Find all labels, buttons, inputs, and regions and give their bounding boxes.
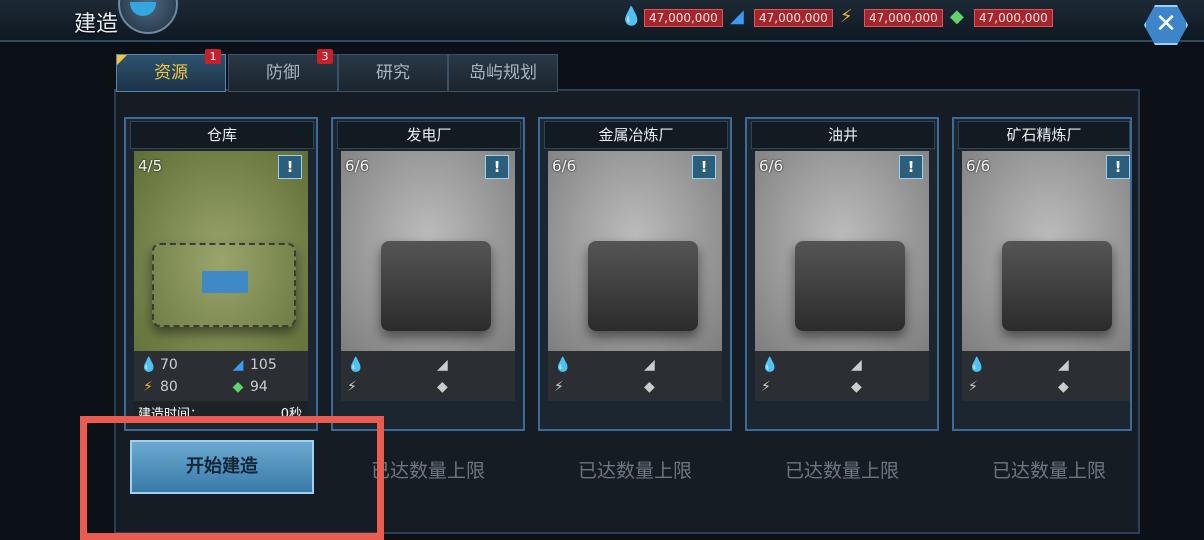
metal-plate-icon: ◢ [1058, 357, 1069, 373]
emblem-icon [118, 0, 178, 34]
ore-crystal-icon: ◆ [644, 379, 655, 395]
building-image [755, 151, 929, 351]
oil-well-illustration [795, 241, 905, 331]
energy-bolt-icon: ⚡ [554, 379, 564, 395]
card-count: 6/6 [759, 157, 784, 175]
ore-crystal-icon: ◆ [1058, 379, 1069, 395]
tab-resources[interactable]: 资源 1 [116, 49, 226, 92]
start-build-button[interactable]: 开始建造 [130, 440, 314, 494]
gear-icon [130, 2, 156, 16]
cost-panel: 💧 ◢ ⚡ ◆ [341, 351, 515, 401]
building-card-ore-refinery[interactable]: 矿石精炼厂 6/6 ! 💧 ◢ ⚡ ◆ [952, 117, 1132, 431]
card-title: 金属冶炼厂 [544, 121, 728, 149]
resource-metal-value: 47,000,000 [754, 9, 833, 27]
building-image [341, 151, 515, 351]
tab-label: 研究 [376, 63, 410, 83]
cost-energy: ⚡ 80 [140, 377, 178, 397]
build-time-row: 建造时间： 0秒 [134, 401, 308, 422]
resource-energy-value: 47,000,000 [864, 9, 943, 27]
metal-plate-icon: ◢ [437, 357, 448, 373]
card-title: 矿石精炼厂 [958, 121, 1130, 149]
energy-bolt-icon: ⚡ [968, 379, 978, 395]
tab-active-corner [117, 55, 127, 65]
tab-badge: 3 [317, 49, 333, 64]
metal-plate-icon: ◢ [644, 357, 655, 373]
refinery-illustration [1002, 241, 1112, 331]
limit-reached-label: 已达数量上限 [370, 460, 485, 482]
ore-crystal-icon: ◆ [950, 6, 964, 27]
warehouse-illustration [152, 243, 296, 327]
building-card-warehouse[interactable]: 仓库 4/5 ! 💧 70 ◢ 105 ⚡ 80 ◆ 94 建造时间： 0秒 [124, 117, 318, 431]
cost-panel: 💧 ◢ ⚡ ◆ [962, 351, 1130, 401]
power-plant-illustration [381, 241, 491, 331]
info-button[interactable]: ! [692, 155, 716, 179]
oil-drop-icon: 💧 [554, 357, 572, 373]
build-time-value: 0秒 [280, 407, 302, 422]
resource-ore-value: 47,000,000 [974, 9, 1053, 27]
card-count: 6/6 [966, 157, 991, 175]
metal-plate-icon: ◢ [232, 357, 244, 373]
cost-panel: 💧 ◢ ⚡ ◆ [548, 351, 722, 401]
building-card-metal-smelter[interactable]: 金属冶炼厂 6/6 ! 💧 ◢ ⚡ ◆ [538, 117, 732, 431]
top-bar: 建造 💧 47,000,000 ◢ 47,000,000 ⚡ 47,000,00… [0, 0, 1204, 45]
info-button[interactable]: ! [899, 155, 923, 179]
cost-ore: ◆ 94 [230, 377, 268, 397]
cost-metal: ◢ 105 [230, 355, 277, 375]
energy-bolt-icon: ⚡ [840, 6, 853, 27]
tab-label: 防御 [266, 63, 300, 83]
ore-crystal-icon: ◆ [232, 379, 244, 395]
cost-oil: 💧 70 [140, 355, 178, 375]
ore-crystal-icon: ◆ [851, 379, 862, 395]
cost-value: 94 [250, 379, 268, 395]
energy-bolt-icon: ⚡ [347, 379, 357, 395]
oil-drop-icon: 💧 [620, 6, 643, 27]
building-card-oil-well[interactable]: 油井 6/6 ! 💧 ◢ ⚡ ◆ [745, 117, 939, 431]
close-button[interactable]: ✕ [1144, 5, 1188, 45]
cost-panel: 💧 70 ◢ 105 ⚡ 80 ◆ 94 [134, 351, 308, 401]
metal-plate-icon: ◢ [851, 357, 862, 373]
tab-badge: 1 [205, 49, 221, 64]
tab-island-planning[interactable]: 岛屿规划 [448, 54, 558, 92]
energy-bolt-icon: ⚡ [143, 379, 153, 395]
tab-research[interactable]: 研究 [338, 54, 448, 92]
card-title: 油井 [751, 121, 935, 149]
card-title: 仓库 [130, 121, 314, 149]
build-time-label: 建造时间： [138, 407, 204, 422]
building-image [962, 151, 1130, 351]
oil-drop-icon: 💧 [347, 357, 365, 373]
oil-drop-icon: 💧 [968, 357, 986, 373]
metal-plate-icon: ◢ [730, 6, 744, 27]
limit-reached-label: 已达数量上限 [577, 460, 692, 482]
smelter-illustration [588, 241, 698, 331]
tab-defense[interactable]: 防御 3 [228, 49, 338, 92]
building-image [134, 151, 308, 351]
window-title: 建造 [74, 12, 119, 37]
limit-reached-label: 已达数量上限 [784, 460, 899, 482]
cost-value: 80 [160, 379, 178, 395]
info-button[interactable]: ! [485, 155, 509, 179]
cost-value: 105 [250, 357, 277, 373]
card-title: 发电厂 [337, 121, 521, 149]
cost-value: 70 [160, 357, 178, 373]
limit-reached-label: 已达数量上限 [991, 460, 1106, 482]
oil-drop-icon: 💧 [140, 357, 158, 373]
building-image [548, 151, 722, 351]
tab-label: 岛屿规划 [469, 63, 537, 83]
oil-drop-icon: 💧 [761, 357, 779, 373]
resource-oil-value: 47,000,000 [644, 9, 723, 27]
info-button[interactable]: ! [1106, 155, 1130, 179]
info-button[interactable]: ! [278, 155, 302, 179]
card-count: 6/6 [345, 157, 370, 175]
energy-bolt-icon: ⚡ [761, 379, 771, 395]
tab-label: 资源 [154, 63, 188, 83]
card-count: 4/5 [138, 157, 163, 175]
cost-panel: 💧 ◢ ⚡ ◆ [755, 351, 929, 401]
close-icon: ✕ [1155, 9, 1177, 39]
building-card-power-plant[interactable]: 发电厂 6/6 ! 💧 ◢ ⚡ ◆ [331, 117, 525, 431]
ore-crystal-icon: ◆ [437, 379, 448, 395]
card-count: 6/6 [552, 157, 577, 175]
